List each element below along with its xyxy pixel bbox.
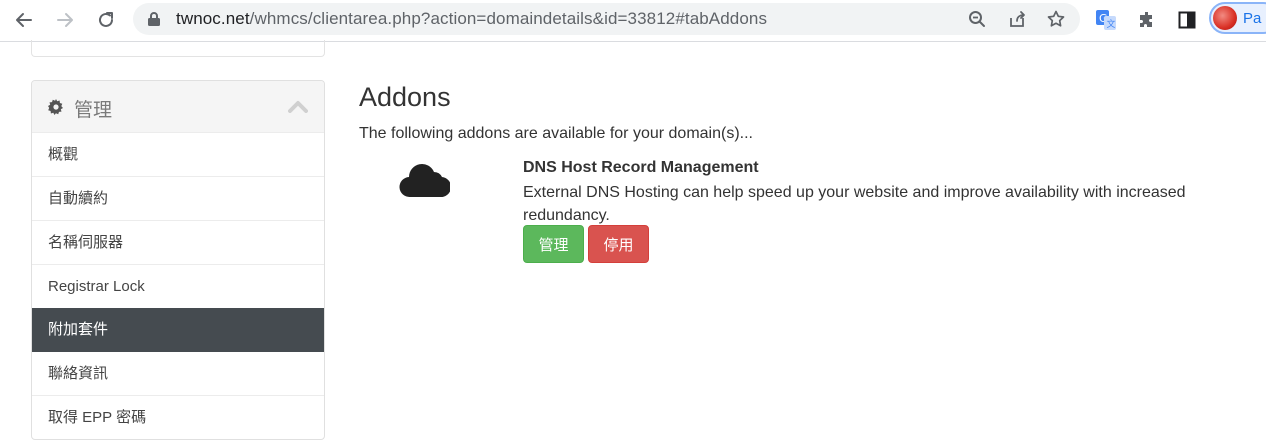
back-icon[interactable] — [10, 6, 38, 34]
disable-button[interactable]: 停用 — [588, 225, 649, 263]
browser-toolbar: twnoc.net/whmcs/clientarea.php?action=do… — [0, 0, 1266, 40]
sidebar-card-above — [31, 40, 325, 57]
sidebar-item-registrar-lock[interactable]: Registrar Lock — [32, 265, 324, 309]
avatar — [1213, 6, 1237, 30]
sidebar-item-addons[interactable]: 附加套件 — [32, 308, 324, 352]
side-panel-icon[interactable] — [1173, 6, 1201, 34]
addon-name: DNS Host Record Management — [523, 159, 759, 176]
sidebar-title: 管理 — [74, 100, 113, 121]
zoom-icon[interactable] — [965, 7, 989, 31]
star-icon[interactable] — [1044, 7, 1068, 31]
cloud-icon — [398, 158, 452, 203]
addon-description: External DNS Hosting can help speed up y… — [523, 184, 1186, 224]
reload-icon[interactable] — [92, 6, 120, 34]
sidebar-item-contact-info[interactable]: 聯絡資訊 — [32, 352, 324, 396]
manage-button[interactable]: 管理 — [523, 225, 584, 263]
lock-icon[interactable] — [147, 11, 161, 32]
share-icon[interactable] — [1005, 7, 1029, 31]
extensions-icon[interactable] — [1133, 6, 1161, 34]
svg-text:文: 文 — [1107, 18, 1116, 30]
sidebar-item-auto-renew[interactable]: 自動續約 — [32, 177, 324, 221]
sidebar-item-nameservers[interactable]: 名稱伺服器 — [32, 221, 324, 265]
profile-label: Pa — [1243, 10, 1262, 27]
address-bar[interactable]: twnoc.net/whmcs/clientarea.php?action=do… — [133, 3, 1080, 35]
page-title: Addons — [359, 82, 451, 112]
sidebar-item-overview[interactable]: 概觀 — [32, 133, 324, 177]
gear-icon — [48, 99, 64, 120]
translate-icon[interactable]: G文 — [1092, 6, 1120, 34]
sidebar-item-epp-code[interactable]: 取得 EPP 密碼 — [32, 396, 324, 439]
sidebar-header[interactable]: 管理 — [32, 81, 324, 133]
sidebar-manage-panel: 管理 概觀 自動續約 名稱伺服器 Registrar Lock 附加套件 聯絡資… — [31, 80, 325, 440]
forward-icon[interactable] — [51, 6, 79, 34]
addons-description: The following addons are available for y… — [359, 125, 753, 142]
url-text[interactable]: twnoc.net/whmcs/clientarea.php?action=do… — [176, 9, 767, 29]
profile-button[interactable]: Pa — [1209, 2, 1266, 34]
chevron-up-icon[interactable] — [288, 99, 308, 118]
